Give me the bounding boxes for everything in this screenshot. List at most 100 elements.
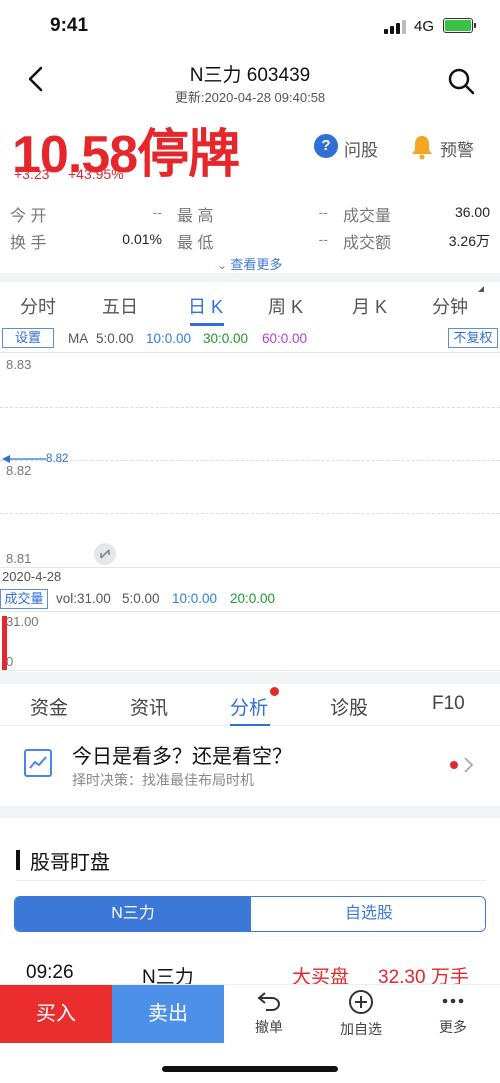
grid-line [0, 407, 500, 408]
dropdown-corner-icon [478, 286, 484, 292]
more-dots-icon [442, 998, 464, 1004]
volume-chart[interactable]: 31.00 0 [0, 611, 500, 671]
segment-current-stock[interactable]: N三力 [15, 897, 251, 931]
divider [0, 672, 500, 684]
ma-bar: 设置 MA 5:0.00 10:0.00 30:0.00 60:0.00 不复权 [0, 328, 500, 350]
tab-f10[interactable]: F10 [432, 693, 465, 715]
active-tab-indicator [190, 323, 224, 326]
card-title: 今日是看多？还是看空？ [72, 746, 292, 768]
tab-diagnosis[interactable]: 诊股 [330, 693, 368, 720]
tab-funds[interactable]: 资金 [30, 693, 68, 720]
chart-settings-button[interactable]: 设置 [2, 328, 54, 348]
ma5-value: 5:0.00 [96, 331, 134, 346]
divider [0, 806, 500, 818]
adjust-button[interactable]: 不复权 [448, 328, 498, 348]
buy-button[interactable]: 买入 [0, 985, 112, 1043]
trend-chart-icon [24, 749, 52, 777]
tab-intraday[interactable]: 分时 [20, 293, 56, 319]
grid-line [0, 513, 500, 514]
stat-label: 换 手 [10, 235, 47, 252]
divider [16, 880, 486, 881]
stat-label: 最 高 [177, 208, 214, 225]
nav-bar: N三力 603439 更新:2020-04-28 09:40:58 [0, 54, 500, 110]
home-indicator [162, 1066, 338, 1072]
page-title: N三力 603439 [189, 65, 311, 86]
y-tick-label: 8.83 [6, 357, 32, 372]
tab-monthly-k[interactable]: 月 K [352, 293, 387, 319]
price-change-percent: +43.95% [68, 166, 124, 182]
stat-value: 0.01% [122, 231, 162, 247]
y-tick-label: 8.81 [6, 551, 32, 566]
price-alert-label: 预警 [440, 141, 474, 160]
segment-watchlist[interactable]: 自选股 [251, 897, 485, 931]
more-label: 更多 [439, 1019, 467, 1035]
section-marker [16, 850, 20, 870]
battery-icon [443, 18, 476, 33]
period-tabs: 分时 五日 日 K 周 K 月 K 分钟 [0, 283, 500, 326]
volume-top-tick: 31.00 [6, 614, 39, 629]
tab-analysis[interactable]: 分析 [230, 693, 268, 720]
add-watchlist-label: 加自选 [340, 1021, 382, 1037]
stat-value: -- [152, 204, 162, 220]
bottom-toolbar: 买入 卖出 撤单 加自选 更多 [0, 984, 500, 1046]
volume-indicator-button[interactable]: 成交量 [0, 589, 48, 609]
tab-five-day[interactable]: 五日 [102, 293, 138, 319]
tab-weekly-k[interactable]: 周 K [268, 293, 303, 319]
price-marker-label: 8.82 [46, 453, 69, 465]
timing-decision-card[interactable]: 今日是看多？还是看空？ 择时决策：找准最佳布局时机 [0, 726, 500, 806]
volume-ma5: 5:0.00 [122, 591, 160, 606]
add-watchlist-button[interactable]: 加自选 [326, 989, 396, 1043]
price-change: +3.23 [14, 166, 50, 182]
volume-bar: 成交量 vol:31.00 5:0.00 10:0.00 20:0.00 [0, 588, 500, 610]
status-time: 9:41 [50, 15, 89, 36]
segmented-control: N三力 自选股 [14, 896, 486, 932]
ma60-value: 60:0.00 [262, 331, 308, 346]
cancel-order-button[interactable]: 撤单 [234, 989, 304, 1043]
price-alert-button[interactable]: 预警 [410, 134, 474, 160]
x-date-label: 2020-4-28 [2, 569, 62, 584]
undo-icon [257, 992, 281, 1011]
fullscreen-icon[interactable] [94, 543, 116, 565]
show-more-link[interactable]: ⌄ 查看更多 [0, 254, 500, 273]
question-icon: ? [314, 134, 338, 158]
tab-daily-k[interactable]: 日 K [188, 293, 223, 319]
tab-minute[interactable]: 分钟 [432, 293, 468, 319]
stat-label: 最 低 [177, 235, 214, 252]
ma30-value: 30:0.00 [203, 331, 249, 346]
ma-label: MA [68, 331, 89, 346]
stat-value: 3.26万 [448, 233, 490, 249]
chevron-down-icon: ⌄ [217, 260, 227, 272]
more-button[interactable]: 更多 [418, 989, 488, 1043]
volume-ma10: 10:0.00 [172, 591, 218, 606]
stat-label: 今 开 [10, 208, 47, 225]
notification-dot [450, 761, 458, 769]
notification-dot [270, 687, 279, 696]
show-more-label: 查看更多 [230, 257, 283, 272]
stat-value: -- [318, 204, 328, 220]
card-subtitle: 择时决策：找准最佳布局时机 [72, 772, 254, 788]
sell-button[interactable]: 卖出 [112, 985, 224, 1043]
stat-value: -- [318, 231, 328, 247]
status-bar: 9:41 4G [0, 0, 500, 54]
ask-stock-label: 问股 [344, 141, 378, 160]
network-label: 4G [414, 18, 435, 35]
ma10-value: 10:0.00 [146, 331, 192, 346]
volume-bottom-tick: 0 [6, 654, 14, 669]
price-chart[interactable]: 8.83 8.82 8.81 8.82 [0, 352, 500, 568]
search-icon[interactable] [446, 66, 476, 96]
stat-label: 成交量 [343, 208, 392, 225]
section-title: 股哥盯盘 [30, 852, 110, 874]
signal-icon [384, 20, 408, 34]
tab-news[interactable]: 资讯 [130, 693, 168, 720]
plus-circle-icon [349, 990, 373, 1014]
update-time: 更新:2020-04-28 09:40:58 [174, 90, 326, 105]
volume-ma20: 20:0.00 [230, 591, 276, 606]
stat-value: 36.00 [454, 204, 490, 220]
chevron-right-icon [464, 757, 474, 773]
info-tabs: 资金 资讯 分析 诊股 F10 [0, 684, 500, 726]
divider [0, 273, 500, 282]
bell-icon [412, 136, 432, 160]
volume-value: vol:31.00 [56, 591, 111, 606]
list-item[interactable]: 09:26 N三力 大买盘 32.30 万手 [0, 958, 500, 988]
stat-label: 成交额 [343, 235, 392, 252]
